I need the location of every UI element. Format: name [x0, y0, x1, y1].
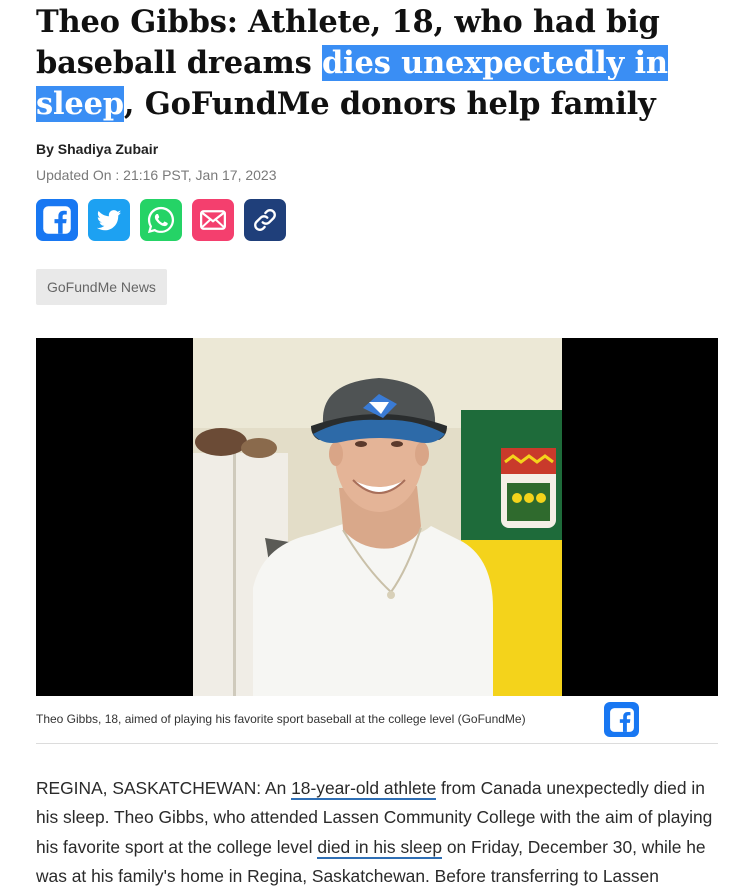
image-caption-row: Theo Gibbs, 18, aimed of playing his fav… [36, 702, 718, 744]
category-tag[interactable]: GoFundMe News [36, 269, 167, 305]
twitter-icon [96, 210, 122, 231]
updated-timestamp: Updated On : 21:16 PST, Jan 17, 2023 [36, 167, 277, 183]
link-icon [254, 209, 276, 231]
body-text-1: REGINA, SASKATCHEWAN: An [36, 778, 292, 798]
twitter-share-button[interactable] [88, 199, 130, 241]
article-page: Theo Gibbs: Athlete, 18, who had big bas… [0, 0, 754, 888]
article-headline: Theo Gibbs: Athlete, 18, who had big bas… [36, 2, 736, 125]
whatsapp-share-button[interactable] [140, 199, 182, 241]
email-icon [200, 210, 226, 230]
copy-link-button[interactable] [244, 199, 286, 241]
image-caption: Theo Gibbs, 18, aimed of playing his fav… [36, 712, 526, 726]
photo-illustration [193, 338, 562, 696]
link-died-in-his-sleep[interactable]: died in his sleep [317, 836, 443, 859]
caption-facebook-share-button[interactable] [604, 702, 639, 737]
facebook-icon [43, 206, 71, 234]
article-photo [193, 338, 562, 696]
author-byline: By Shadiya Zubair [36, 141, 159, 157]
email-share-button[interactable] [192, 199, 234, 241]
share-buttons [36, 199, 286, 241]
link-18-year-old-athlete[interactable]: 18-year-old athlete [291, 778, 437, 800]
facebook-share-button[interactable] [36, 199, 78, 241]
whatsapp-icon [147, 206, 175, 234]
headline-part-2: , GoFundMe donors help family [123, 86, 656, 122]
article-image-container [36, 338, 718, 696]
article-body-paragraph: REGINA, SASKATCHEWAN: An 18-year-old ath… [36, 774, 720, 888]
facebook-icon [609, 707, 634, 732]
